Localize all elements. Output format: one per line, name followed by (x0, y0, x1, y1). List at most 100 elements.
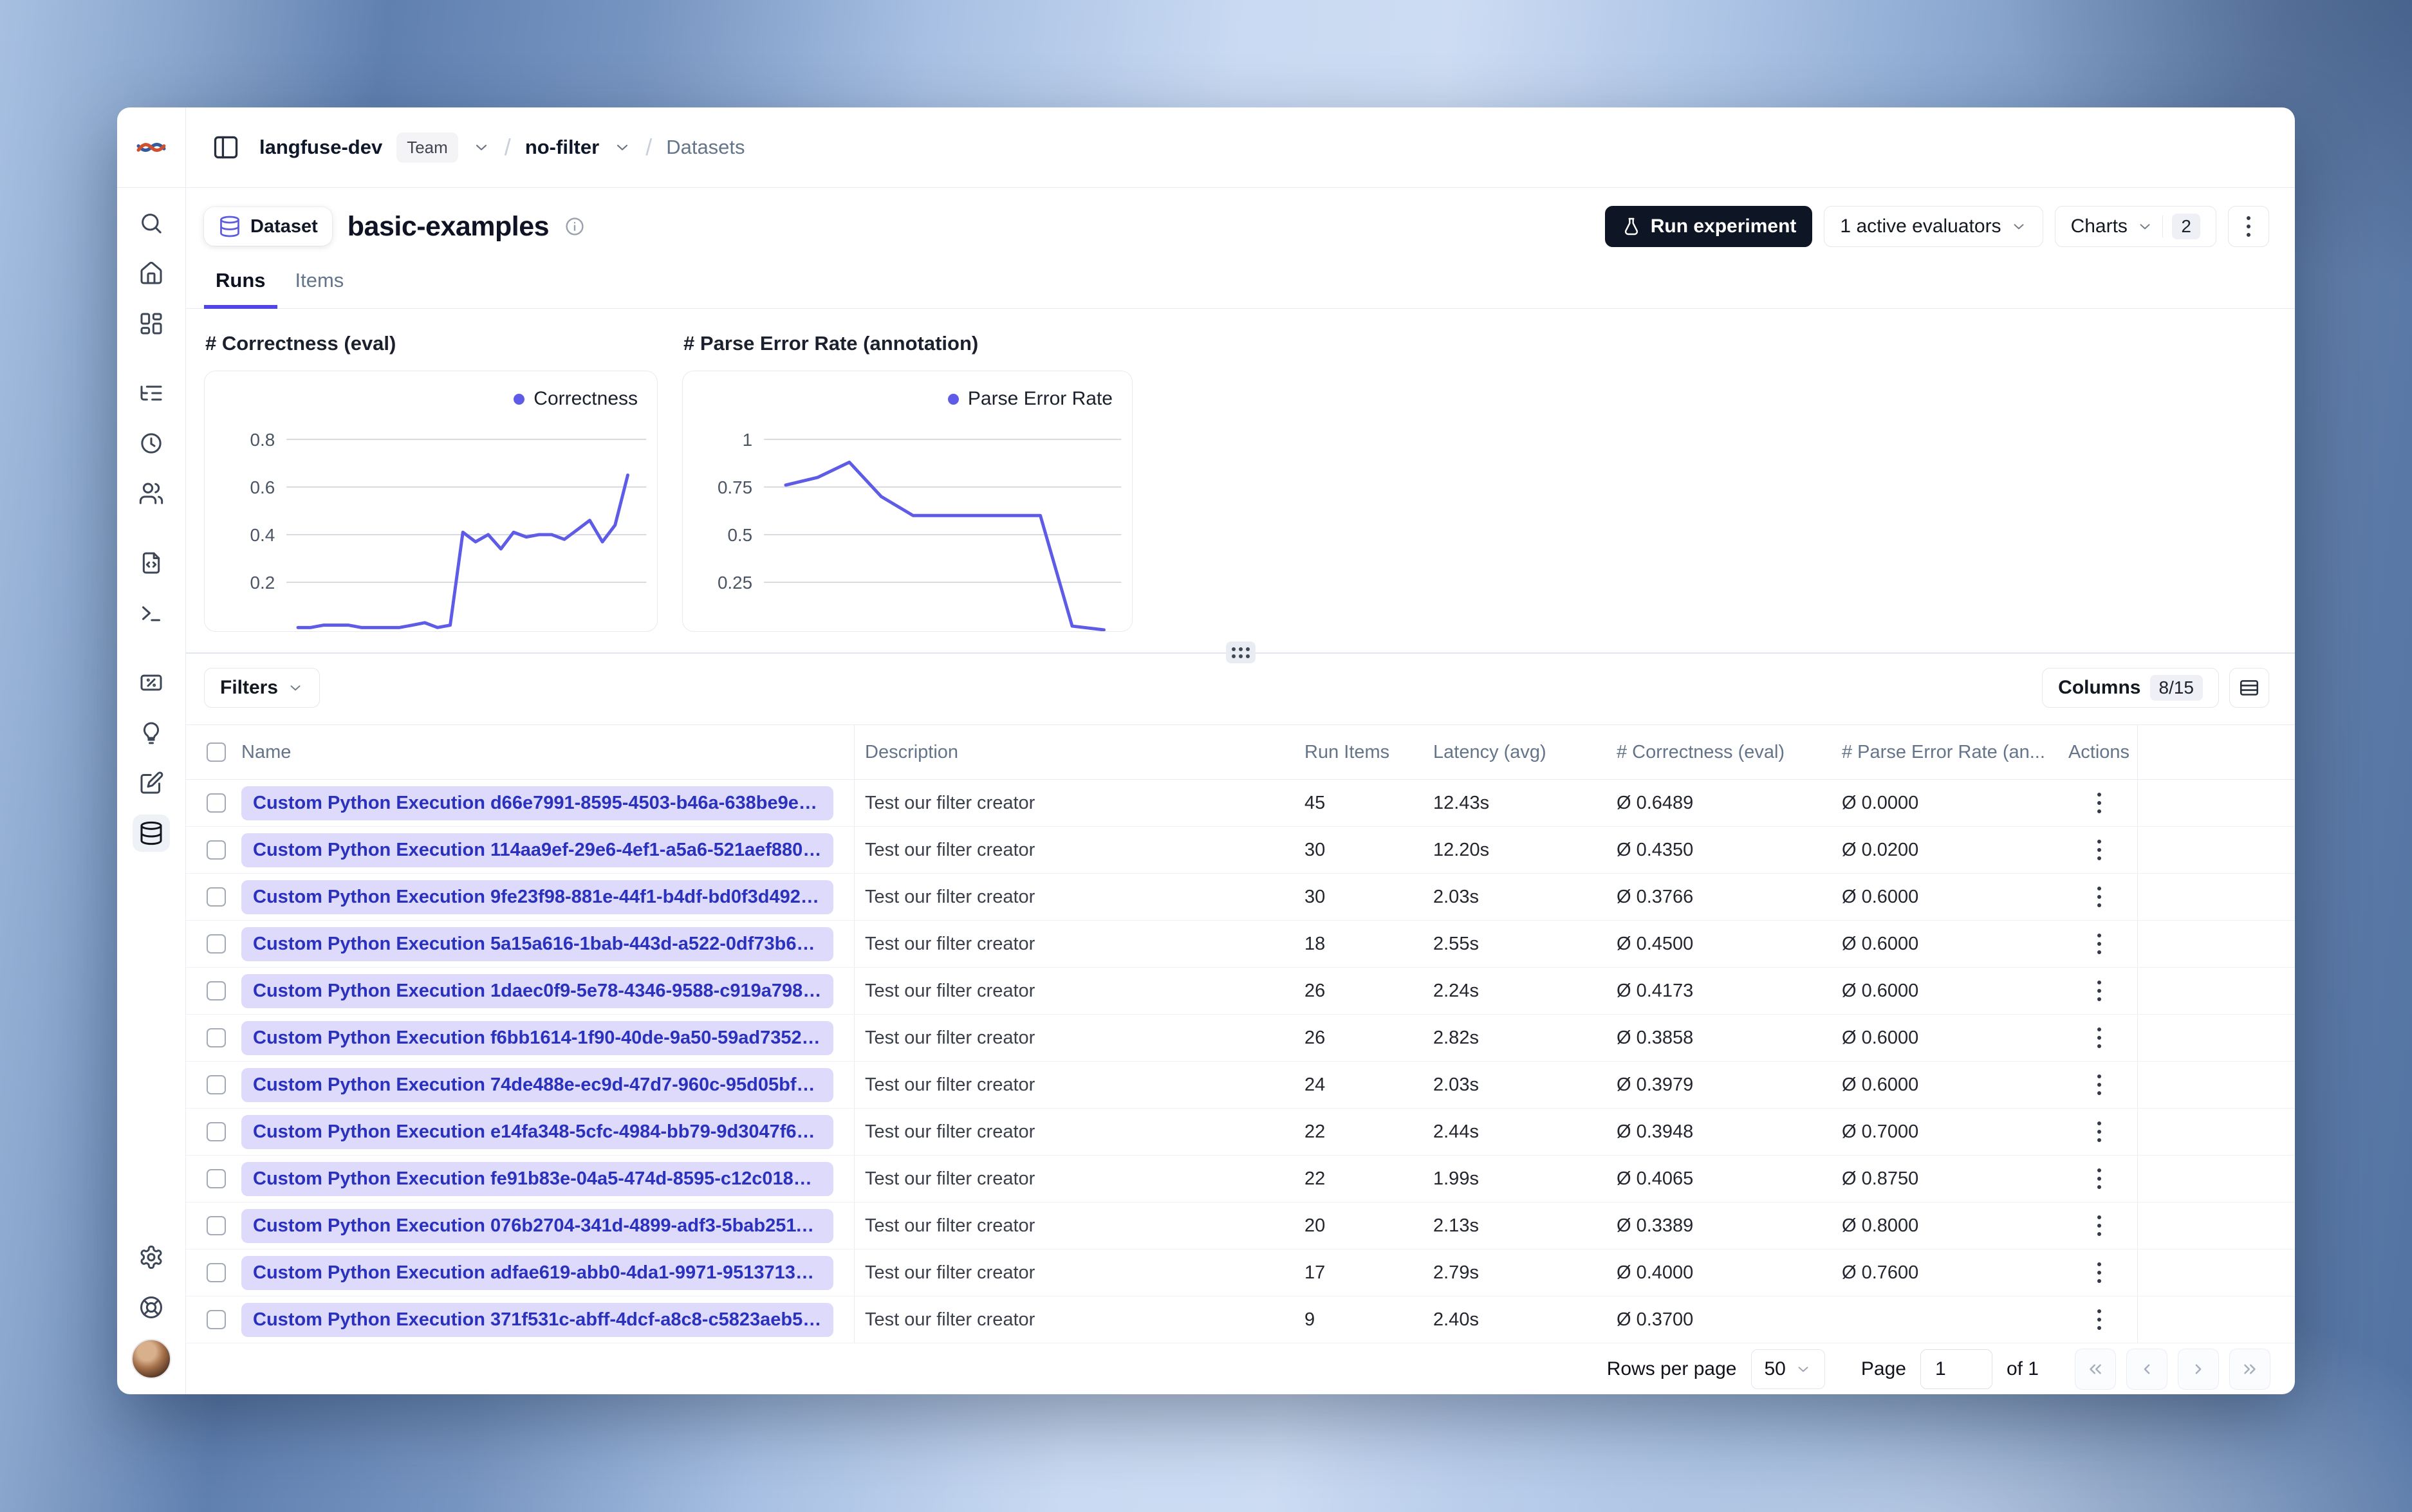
column-header-correctness[interactable]: # Correctness (eval) (1610, 742, 1835, 763)
charts-dropdown[interactable]: Charts 2 (2054, 206, 2216, 247)
tab-runs[interactable]: Runs (204, 269, 277, 309)
row-actions-menu-button[interactable] (2097, 1121, 2101, 1142)
dataset-info-button[interactable] (564, 216, 585, 237)
previous-page-button[interactable] (2126, 1348, 2167, 1390)
breadcrumb-section[interactable]: Datasets (666, 136, 745, 159)
sidebar-item-datasets[interactable] (133, 815, 170, 852)
run-name-link[interactable]: Custom Python Execution f6bb1614-1f90-40… (241, 1020, 833, 1055)
columns-button[interactable]: Columns 8/15 (2042, 668, 2219, 708)
run-name-link[interactable]: Custom Python Execution 5a15a616-1bab-44… (241, 927, 833, 961)
sidebar-item-tracing[interactable] (133, 374, 170, 412)
row-checkbox[interactable] (207, 887, 226, 907)
chevrons-right-icon (2244, 1364, 2256, 1374)
row-checkbox[interactable] (207, 1122, 226, 1141)
sidebar-item-prompts[interactable] (133, 544, 170, 582)
page-title: basic-examples (347, 210, 550, 242)
page-number-input[interactable]: 1 (1920, 1349, 1992, 1389)
breadcrumb-project[interactable]: no-filter (525, 136, 599, 159)
column-header-parse-error-rate[interactable]: # Parse Error Rate (an... (1835, 742, 2061, 763)
next-page-button[interactable] (2178, 1348, 2219, 1390)
sidebar-toggle-button[interactable] (212, 133, 240, 161)
filters-button[interactable]: Filters (204, 668, 320, 708)
select-all-checkbox[interactable] (207, 742, 226, 762)
row-actions-menu-button[interactable] (2097, 1215, 2101, 1236)
sidebar-item-support[interactable] (133, 1289, 170, 1326)
sidebar-item-settings[interactable] (133, 1239, 170, 1276)
column-header-name[interactable]: Name (241, 742, 854, 763)
sidebar-item-suggestions[interactable] (133, 714, 170, 751)
row-actions-menu-button[interactable] (2097, 793, 2101, 813)
row-checkbox[interactable] (207, 840, 226, 860)
sidebar-item-search[interactable] (133, 205, 170, 242)
run-name-link[interactable]: Custom Python Execution 9fe23f98-881e-44… (241, 880, 833, 914)
run-name-link[interactable]: Custom Python Execution 1daec0f9-5e78-43… (241, 973, 833, 1008)
row-actions-menu-button[interactable] (2097, 840, 2101, 860)
sidebar-item-playground[interactable] (133, 595, 170, 632)
run-name-link[interactable]: Custom Python Execution e14fa348-5cfc-49… (241, 1114, 833, 1149)
playground-icon (142, 606, 160, 622)
row-actions-menu-button[interactable] (2097, 934, 2101, 954)
run-name-link[interactable]: Custom Python Execution 114aa9ef-29e6-4e… (241, 833, 833, 867)
rows-per-page-select[interactable]: 50 (1750, 1349, 1825, 1389)
row-checkbox[interactable] (207, 1028, 226, 1047)
row-actions-menu-button[interactable] (2097, 1028, 2101, 1048)
row-actions-menu-button[interactable] (2097, 981, 2101, 1001)
row-checkbox[interactable] (207, 981, 226, 1000)
run-latency: 2.55s (1433, 933, 1479, 954)
breadcrumb-separator: / (645, 134, 653, 160)
chevron-down-icon (2140, 224, 2150, 230)
run-name-link[interactable]: Custom Python Execution 371f531c-abff-4d… (241, 1302, 833, 1337)
run-name-link[interactable]: Custom Python Execution fe91b83e-04a5-47… (241, 1161, 833, 1196)
column-header-description[interactable]: Description (854, 725, 1298, 779)
org-switcher-button[interactable] (472, 138, 490, 156)
sidebar-nav (117, 188, 185, 852)
row-checkbox[interactable] (207, 1216, 226, 1235)
breadcrumb-org[interactable]: langfuse-dev (259, 136, 382, 159)
charts-label: Charts (2070, 216, 2128, 237)
run-name-link[interactable]: Custom Python Execution adfae619-abb0-4d… (241, 1255, 833, 1290)
run-description: Test our filter creator (854, 1156, 1298, 1202)
table-toolbar-right: Columns 8/15 (2042, 668, 2269, 708)
run-description: Test our filter creator (854, 780, 1298, 826)
search-icon (142, 214, 162, 234)
sidebar-item-annotations[interactable] (133, 764, 170, 802)
run-experiment-button[interactable]: Run experiment (1604, 206, 1813, 247)
last-page-button[interactable] (2229, 1348, 2270, 1390)
row-height-button[interactable] (2229, 668, 2269, 708)
sidebar-item-users[interactable] (133, 475, 170, 512)
row-actions-menu-button[interactable] (2097, 1262, 2101, 1283)
active-evaluators-dropdown[interactable]: 1 active evaluators (1824, 206, 2043, 247)
langfuse-logo[interactable] (117, 107, 185, 188)
chevron-down-icon (476, 145, 487, 151)
user-avatar[interactable] (131, 1339, 171, 1379)
run-correctness-avg: Ø 0.6489 (1617, 792, 1694, 813)
run-name-link[interactable]: Custom Python Execution 076b2704-341d-48… (241, 1208, 833, 1243)
row-actions-menu-button[interactable] (2097, 1074, 2101, 1095)
row-actions-menu-button[interactable] (2097, 1309, 2101, 1330)
row-checkbox[interactable] (207, 1169, 226, 1188)
row-checkbox[interactable] (207, 1310, 226, 1329)
run-correctness-avg: Ø 0.3389 (1617, 1215, 1694, 1236)
sidebar-item-home[interactable] (133, 255, 170, 292)
sidebar-item-dashboards[interactable] (133, 305, 170, 342)
row-actions-menu-button[interactable] (2097, 1168, 2101, 1189)
run-name-link[interactable]: Custom Python Execution 74de488e-ec9d-47… (241, 1067, 833, 1102)
run-correctness-avg: Ø 0.4000 (1617, 1262, 1694, 1283)
resize-grip-handle[interactable] (1225, 641, 1256, 663)
sidebar-item-evaluators[interactable] (133, 664, 170, 701)
row-checkbox[interactable] (207, 793, 226, 813)
sidebar-item-sessions[interactable] (133, 425, 170, 462)
column-header-latency[interactable]: Latency (avg) (1427, 742, 1610, 763)
first-page-button[interactable] (2075, 1348, 2116, 1390)
page-actions-menu-button[interactable] (2228, 206, 2269, 247)
row-checkbox[interactable] (207, 934, 226, 954)
row-checkbox[interactable] (207, 1263, 226, 1282)
run-latency: 12.43s (1433, 792, 1490, 813)
project-switcher-button[interactable] (613, 138, 631, 156)
row-checkbox[interactable] (207, 1075, 226, 1094)
column-header-run-items[interactable]: Run Items (1298, 742, 1427, 763)
svg-text:0.5: 0.5 (727, 525, 752, 545)
tab-items[interactable]: Items (284, 269, 356, 309)
row-actions-menu-button[interactable] (2097, 887, 2101, 907)
run-name-link[interactable]: Custom Python Execution d66e7991-8595-45… (241, 786, 833, 820)
